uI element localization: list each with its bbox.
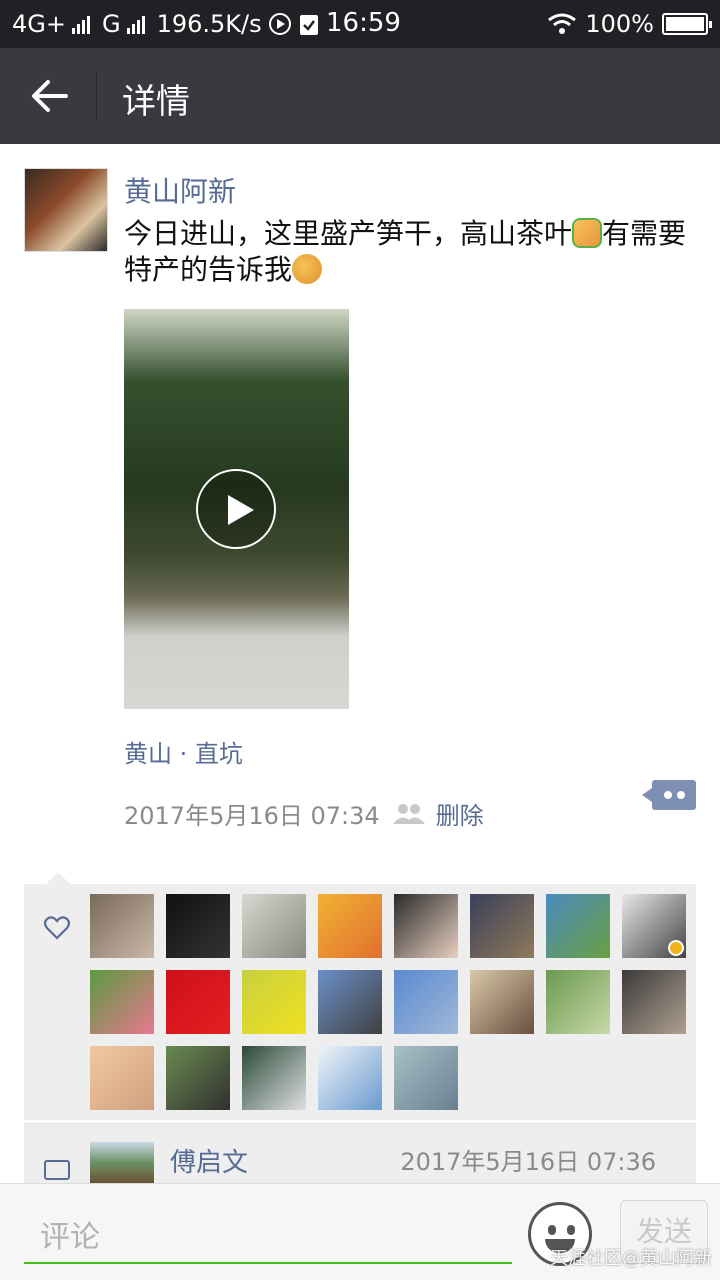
appbar-divider: [96, 70, 97, 120]
signal-icon-2: [126, 14, 145, 34]
network-type-g: G: [101, 10, 121, 38]
play-icon[interactable]: [196, 469, 276, 549]
liker-avatar[interactable]: [546, 894, 610, 958]
liker-avatar[interactable]: [242, 894, 306, 958]
signal-icon: [71, 14, 90, 34]
system-indicators: 100%: [547, 10, 712, 38]
liker-avatar[interactable]: [166, 970, 230, 1034]
liker-avatar[interactable]: [90, 970, 154, 1034]
verified-badge-icon: [668, 940, 684, 956]
author-name[interactable]: 黄山阿新: [124, 170, 236, 210]
comment-icon: [44, 1160, 70, 1180]
video-thumbnail[interactable]: [124, 309, 349, 709]
app-bar: 详情: [0, 48, 720, 144]
people-icon: [392, 803, 425, 824]
liker-avatar[interactable]: [622, 894, 686, 958]
liker-avatar[interactable]: [394, 970, 458, 1034]
liker-avatar[interactable]: [318, 894, 382, 958]
liker-avatar[interactable]: [90, 894, 154, 958]
author-avatar[interactable]: [24, 168, 108, 252]
like-avatars: [90, 894, 686, 1110]
comment-row[interactable]: 傅启文 2017年5月16日 07:36: [24, 1123, 696, 1184]
delete-button[interactable]: 删除: [436, 796, 484, 831]
post-text: 今日进山，这里盛产笋干，高山茶叶 有需要特产的告诉我: [124, 216, 704, 288]
likes-panel: [24, 872, 696, 1120]
post-location[interactable]: 黄山 · 直坑: [124, 734, 243, 769]
liker-avatar[interactable]: [394, 894, 458, 958]
liker-avatar[interactable]: [166, 894, 230, 958]
media-play-icon: [268, 13, 291, 35]
liker-avatar[interactable]: [546, 970, 610, 1034]
liker-avatar[interactable]: [166, 1046, 230, 1110]
battery-icon: [662, 13, 712, 35]
commenter-avatar[interactable]: [90, 1142, 154, 1184]
liker-avatar[interactable]: [470, 894, 534, 958]
liker-avatar[interactable]: [622, 970, 686, 1034]
liker-avatar[interactable]: [242, 1046, 306, 1110]
liker-avatar[interactable]: [242, 970, 306, 1034]
post-timestamp: 2017年5月16日 07:34: [124, 802, 380, 830]
liker-avatar[interactable]: [90, 1046, 154, 1110]
liker-avatar[interactable]: [318, 970, 382, 1034]
network-indicators: 4G+ G 196.5K/s: [12, 10, 320, 38]
status-bar: 4G+ G 196.5K/s 16:59 100%: [0, 0, 720, 48]
watermark: 天涯社区@黄山阿新: [550, 1248, 712, 1269]
page-title: 详情: [122, 82, 190, 122]
liker-avatar[interactable]: [470, 970, 534, 1034]
flex-arm-emoji: [292, 254, 323, 284]
comment-timestamp: 2017年5月16日 07:36: [400, 1148, 656, 1176]
network-type-4g: 4G+: [12, 10, 66, 38]
battery-percent: 100%: [585, 10, 654, 38]
clipboard-check-icon: [299, 15, 318, 35]
thumbs-up-emoji: [572, 218, 603, 248]
post-meta: 2017年5月16日 07:34 删除: [124, 796, 484, 831]
comment-input[interactable]: 评论: [24, 1184, 512, 1264]
post-text-part1: 今日进山，这里盛产笋干，高山茶叶: [124, 217, 573, 250]
comment-input-bar: 评论 发送 天涯社区@黄山阿新: [0, 1183, 720, 1280]
liker-avatar[interactable]: [318, 1046, 382, 1110]
heart-icon: [44, 916, 70, 940]
wifi-icon: [548, 13, 577, 34]
liker-avatar[interactable]: [394, 1046, 458, 1110]
network-speed: 196.5K/s: [156, 10, 262, 38]
more-icon[interactable]: [642, 780, 696, 810]
clock: 16:59: [326, 8, 401, 38]
arrow-left-icon[interactable]: [30, 78, 70, 114]
commenter-name[interactable]: 傅启文: [170, 1142, 248, 1179]
